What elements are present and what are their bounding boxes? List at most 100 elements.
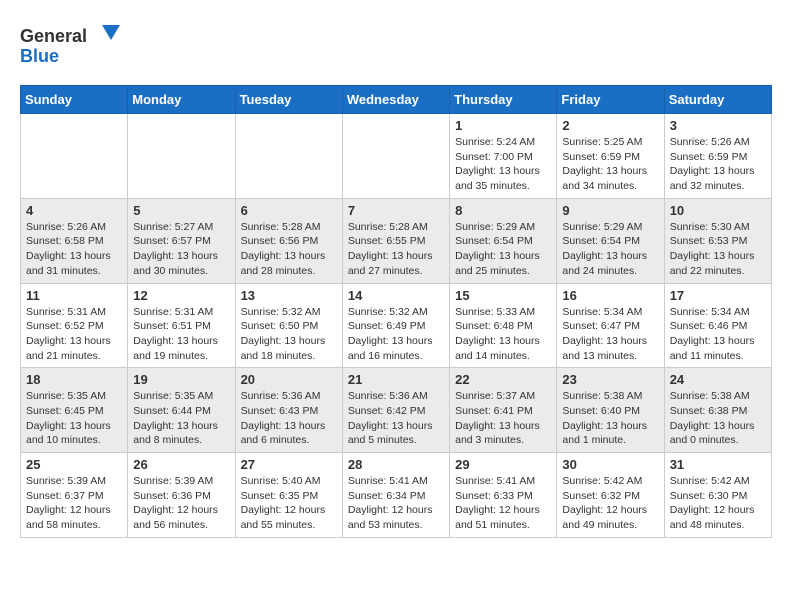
day-number: 26	[133, 457, 229, 472]
svg-text:General: General	[20, 26, 87, 46]
day-number: 10	[670, 203, 766, 218]
calendar-cell: 16 Sunrise: 5:34 AMSunset: 6:47 PMDayligh…	[557, 283, 664, 368]
day-number: 13	[241, 288, 337, 303]
day-info: Sunrise: 5:26 AMSunset: 6:59 PMDaylight:…	[670, 135, 766, 194]
logo: General Blue	[20, 20, 130, 75]
day-info: Sunrise: 5:42 AMSunset: 6:30 PMDaylight:…	[670, 474, 766, 533]
day-number: 15	[455, 288, 551, 303]
day-number: 24	[670, 372, 766, 387]
calendar-cell	[235, 114, 342, 199]
calendar-cell: 24 Sunrise: 5:38 AMSunset: 6:38 PMDayligh…	[664, 368, 771, 453]
calendar-cell: 17 Sunrise: 5:34 AMSunset: 6:46 PMDayligh…	[664, 283, 771, 368]
day-number: 23	[562, 372, 658, 387]
calendar-cell: 18 Sunrise: 5:35 AMSunset: 6:45 PMDayligh…	[21, 368, 128, 453]
calendar-week-1: 1 Sunrise: 5:24 AMSunset: 7:00 PMDaylight…	[21, 114, 772, 199]
day-number: 20	[241, 372, 337, 387]
day-info: Sunrise: 5:36 AMSunset: 6:42 PMDaylight:…	[348, 389, 444, 448]
calendar-cell: 1 Sunrise: 5:24 AMSunset: 7:00 PMDaylight…	[450, 114, 557, 199]
day-info: Sunrise: 5:32 AMSunset: 6:49 PMDaylight:…	[348, 305, 444, 364]
day-number: 8	[455, 203, 551, 218]
day-number: 25	[26, 457, 122, 472]
calendar-cell: 9 Sunrise: 5:29 AMSunset: 6:54 PMDaylight…	[557, 198, 664, 283]
day-number: 27	[241, 457, 337, 472]
day-info: Sunrise: 5:35 AMSunset: 6:45 PMDaylight:…	[26, 389, 122, 448]
calendar-header-friday: Friday	[557, 86, 664, 114]
day-info: Sunrise: 5:37 AMSunset: 6:41 PMDaylight:…	[455, 389, 551, 448]
day-number: 18	[26, 372, 122, 387]
day-number: 9	[562, 203, 658, 218]
day-info: Sunrise: 5:30 AMSunset: 6:53 PMDaylight:…	[670, 220, 766, 279]
calendar-cell: 6Sunrise: 5:28 AMSunset: 6:56 PMDaylight…	[235, 198, 342, 283]
day-info: Sunrise: 5:36 AMSunset: 6:43 PMDaylight:…	[241, 389, 337, 448]
day-info: Sunrise: 5:24 AMSunset: 7:00 PMDaylight:…	[455, 135, 551, 194]
day-info: Sunrise: 5:33 AMSunset: 6:48 PMDaylight:…	[455, 305, 551, 364]
calendar-header-monday: Monday	[128, 86, 235, 114]
day-info: Sunrise: 5:39 AMSunset: 6:36 PMDaylight:…	[133, 474, 229, 533]
day-info: Sunrise: 5:34 AMSunset: 6:47 PMDaylight:…	[562, 305, 658, 364]
day-number: 17	[670, 288, 766, 303]
day-number: 31	[670, 457, 766, 472]
calendar-week-4: 18 Sunrise: 5:35 AMSunset: 6:45 PMDayligh…	[21, 368, 772, 453]
calendar-cell: 3 Sunrise: 5:26 AMSunset: 6:59 PMDaylight…	[664, 114, 771, 199]
day-number: 12	[133, 288, 229, 303]
day-info: Sunrise: 5:28 AMSunset: 6:55 PMDaylight:…	[348, 220, 444, 279]
calendar-cell: 13 Sunrise: 5:32 AMSunset: 6:50 PMDayligh…	[235, 283, 342, 368]
day-info: Sunrise: 5:41 AMSunset: 6:33 PMDaylight:…	[455, 474, 551, 533]
day-number: 28	[348, 457, 444, 472]
day-number: 29	[455, 457, 551, 472]
day-info: Sunrise: 5:32 AMSunset: 6:50 PMDaylight:…	[241, 305, 337, 364]
calendar-cell: 11 Sunrise: 5:31 AMSunset: 6:52 PMDayligh…	[21, 283, 128, 368]
day-number: 21	[348, 372, 444, 387]
day-info: Sunrise: 5:40 AMSunset: 6:35 PMDaylight:…	[241, 474, 337, 533]
day-number: 5	[133, 203, 229, 218]
day-info: Sunrise: 5:31 AMSunset: 6:51 PMDaylight:…	[133, 305, 229, 364]
calendar-header-wednesday: Wednesday	[342, 86, 449, 114]
calendar-cell: 14 Sunrise: 5:32 AMSunset: 6:49 PMDayligh…	[342, 283, 449, 368]
calendar-cell: 7 Sunrise: 5:28 AMSunset: 6:55 PMDaylight…	[342, 198, 449, 283]
calendar-cell: 12 Sunrise: 5:31 AMSunset: 6:51 PMDayligh…	[128, 283, 235, 368]
day-number: 19	[133, 372, 229, 387]
calendar-table: SundayMondayTuesdayWednesdayThursdayFrid…	[20, 85, 772, 538]
calendar-cell: 10 Sunrise: 5:30 AMSunset: 6:53 PMDayligh…	[664, 198, 771, 283]
calendar-week-5: 25Sunrise: 5:39 AMSunset: 6:37 PMDayligh…	[21, 453, 772, 538]
day-number: 11	[26, 288, 122, 303]
calendar-cell: 2Sunrise: 5:25 AMSunset: 6:59 PMDaylight…	[557, 114, 664, 199]
day-number: 4	[26, 203, 122, 218]
day-info: Sunrise: 5:31 AMSunset: 6:52 PMDaylight:…	[26, 305, 122, 364]
calendar-cell: 22Sunrise: 5:37 AMSunset: 6:41 PMDayligh…	[450, 368, 557, 453]
day-number: 6	[241, 203, 337, 218]
calendar-header-thursday: Thursday	[450, 86, 557, 114]
day-info: Sunrise: 5:29 AMSunset: 6:54 PMDaylight:…	[455, 220, 551, 279]
day-info: Sunrise: 5:35 AMSunset: 6:44 PMDaylight:…	[133, 389, 229, 448]
calendar-cell: 27 Sunrise: 5:40 AMSunset: 6:35 PMDayligh…	[235, 453, 342, 538]
calendar-week-3: 11 Sunrise: 5:31 AMSunset: 6:52 PMDayligh…	[21, 283, 772, 368]
calendar-cell: 26 Sunrise: 5:39 AMSunset: 6:36 PMDayligh…	[128, 453, 235, 538]
day-info: Sunrise: 5:29 AMSunset: 6:54 PMDaylight:…	[562, 220, 658, 279]
calendar-cell	[21, 114, 128, 199]
svg-text:Blue: Blue	[20, 46, 59, 66]
calendar-cell: 23 Sunrise: 5:38 AMSunset: 6:40 PMDayligh…	[557, 368, 664, 453]
day-number: 14	[348, 288, 444, 303]
calendar-cell: 21 Sunrise: 5:36 AMSunset: 6:42 PMDayligh…	[342, 368, 449, 453]
calendar-cell: 5 Sunrise: 5:27 AMSunset: 6:57 PMDaylight…	[128, 198, 235, 283]
logo-general-text: General Blue	[20, 20, 130, 75]
calendar-cell: 31 Sunrise: 5:42 AMSunset: 6:30 PMDayligh…	[664, 453, 771, 538]
calendar-cell: 29 Sunrise: 5:41 AMSunset: 6:33 PMDayligh…	[450, 453, 557, 538]
calendar-header-row: SundayMondayTuesdayWednesdayThursdayFrid…	[21, 86, 772, 114]
calendar-cell: 8 Sunrise: 5:29 AMSunset: 6:54 PMDaylight…	[450, 198, 557, 283]
calendar-cell: 28 Sunrise: 5:41 AMSunset: 6:34 PMDayligh…	[342, 453, 449, 538]
calendar-cell	[342, 114, 449, 199]
calendar-cell: 30Sunrise: 5:42 AMSunset: 6:32 PMDayligh…	[557, 453, 664, 538]
calendar-cell: 20 Sunrise: 5:36 AMSunset: 6:43 PMDayligh…	[235, 368, 342, 453]
day-info: Sunrise: 5:27 AMSunset: 6:57 PMDaylight:…	[133, 220, 229, 279]
calendar-cell: 15 Sunrise: 5:33 AMSunset: 6:48 PMDayligh…	[450, 283, 557, 368]
day-number: 7	[348, 203, 444, 218]
day-number: 1	[455, 118, 551, 133]
day-number: 16	[562, 288, 658, 303]
day-number: 3	[670, 118, 766, 133]
day-info: Sunrise: 5:38 AMSunset: 6:38 PMDaylight:…	[670, 389, 766, 448]
calendar-header-saturday: Saturday	[664, 86, 771, 114]
day-info: Sunrise: 5:38 AMSunset: 6:40 PMDaylight:…	[562, 389, 658, 448]
day-info: Sunrise: 5:41 AMSunset: 6:34 PMDaylight:…	[348, 474, 444, 533]
day-info: Sunrise: 5:34 AMSunset: 6:46 PMDaylight:…	[670, 305, 766, 364]
